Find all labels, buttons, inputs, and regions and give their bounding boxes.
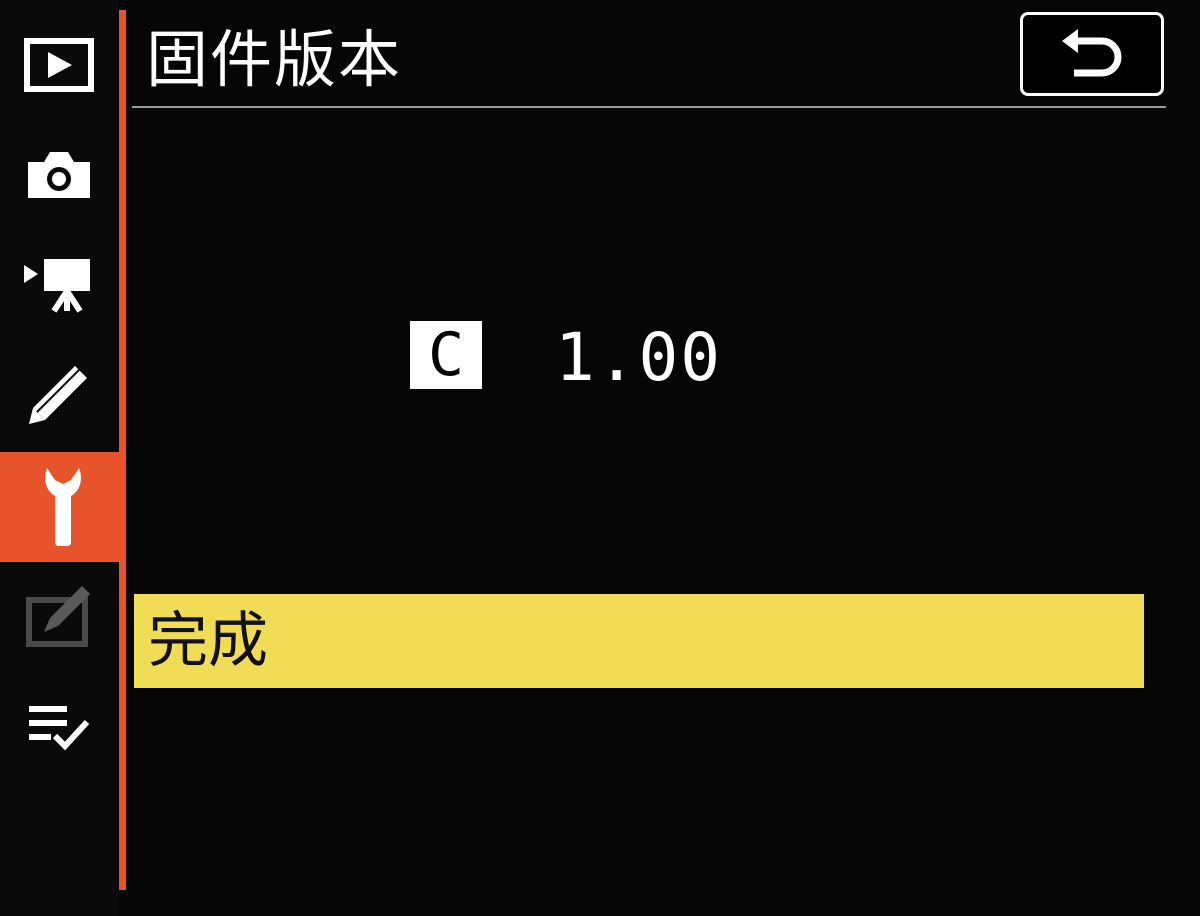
page-title: 固件版本 <box>146 23 403 96</box>
sidebar-item-setup[interactable] <box>0 452 125 562</box>
sidebar-item-playback[interactable] <box>0 10 118 120</box>
firmware-type-badge: C <box>410 321 482 389</box>
sidebar-item-photo-shooting[interactable] <box>0 120 118 230</box>
playback-icon <box>24 38 94 92</box>
camera-icon <box>26 150 92 200</box>
movie-camera-icon <box>24 257 94 313</box>
done-label: 完成 <box>148 606 268 676</box>
back-button[interactable] <box>1020 12 1164 96</box>
firmware-version-screen: 固件版本 C 1.00 完成 <box>0 0 1200 916</box>
sidebar-item-movie-recording[interactable] <box>0 230 118 340</box>
title-divider <box>132 106 1166 108</box>
retouch-icon <box>26 586 92 648</box>
pencil-icon <box>27 364 91 426</box>
wrench-icon <box>43 466 83 548</box>
return-arrow-icon <box>1060 25 1124 83</box>
sidebar-item-my-menu[interactable] <box>0 672 118 782</box>
sidebar-accent-line <box>119 10 126 890</box>
menu-sidebar <box>0 0 125 916</box>
checklist-icon <box>27 702 91 752</box>
sidebar-item-retouch[interactable] <box>0 562 118 672</box>
done-button[interactable]: 完成 <box>134 594 1144 688</box>
firmware-version-number: 1.00 <box>555 319 722 396</box>
sidebar-item-custom-settings[interactable] <box>0 340 118 450</box>
